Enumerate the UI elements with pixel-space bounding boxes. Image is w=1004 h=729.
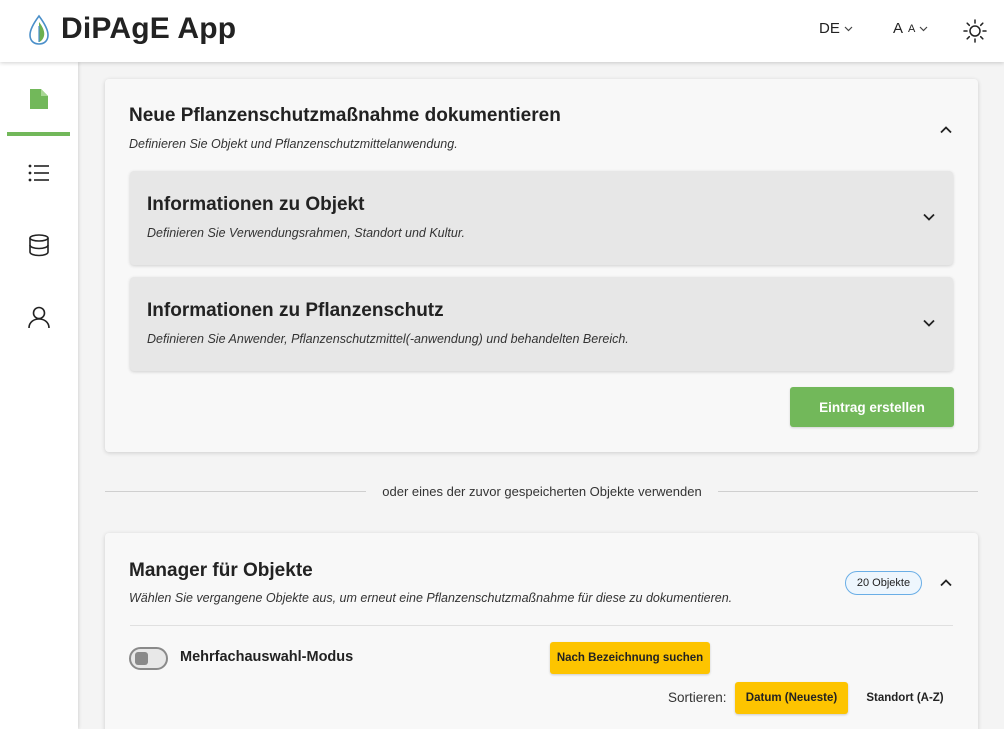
- user-icon: [27, 306, 50, 329]
- language-select[interactable]: DE: [819, 20, 853, 37]
- chevron-down-icon: [919, 26, 928, 31]
- new-entry-title: Neue Pflanzenschutzmaßnahme dokumentiere…: [129, 105, 561, 126]
- object-info-title: Informationen zu Objekt: [147, 194, 365, 215]
- sidebar-item-list[interactable]: [7, 138, 70, 208]
- object-count-badge: 20 Objekte: [845, 571, 922, 595]
- object-manager-card: Manager für Objekte Wählen Sie vergangen…: [105, 533, 978, 729]
- sidebar-item-user[interactable]: [7, 282, 70, 352]
- list-icon: [28, 164, 49, 182]
- sidebar: [0, 62, 78, 729]
- create-entry-button[interactable]: Eintrag erstellen: [790, 387, 954, 427]
- search-by-name-button[interactable]: Nach Bezeichnung suchen: [550, 642, 710, 674]
- sort-by-date-button[interactable]: Datum (Neueste): [735, 682, 848, 714]
- divider-line-left: [105, 491, 366, 492]
- protection-info-title: Informationen zu Pflanzenschutz: [147, 300, 444, 321]
- divider-text: oder eines der zuvor gespeicherten Objek…: [382, 484, 702, 499]
- app-header: DiPAgE App DE AA: [0, 0, 1004, 62]
- chevron-down-icon: [923, 319, 935, 327]
- sun-icon[interactable]: [962, 18, 988, 44]
- language-value: DE: [819, 20, 840, 37]
- sidebar-item-database[interactable]: [7, 210, 70, 280]
- font-size-big-label: A: [893, 20, 904, 37]
- document-icon: [29, 89, 48, 109]
- object-info-description: Definieren Sie Verwendungsrahmen, Stando…: [147, 226, 466, 240]
- font-size-select[interactable]: AA: [893, 20, 928, 37]
- toggle-knob: [135, 652, 148, 665]
- manager-title: Manager für Objekte: [129, 560, 313, 581]
- database-icon: [28, 234, 49, 257]
- multi-select-toggle[interactable]: [129, 647, 168, 670]
- leaf-drop-icon: [29, 14, 49, 45]
- multi-select-label: Mehrfachauswahl-Modus: [180, 649, 354, 665]
- divider-line-right: [718, 491, 978, 492]
- sidebar-item-document[interactable]: [7, 66, 70, 136]
- sort-by-location-button[interactable]: Standort (A-Z): [861, 682, 949, 714]
- chevron-down-icon: [844, 26, 853, 31]
- sort-label: Sortieren:: [668, 690, 727, 705]
- manager-separator: [130, 625, 953, 626]
- object-info-panel[interactable]: Informationen zu Objekt Definieren Sie V…: [130, 171, 953, 265]
- manager-subtitle: Wählen Sie vergangene Objekte aus, um er…: [129, 591, 733, 605]
- new-entry-subtitle: Definieren Sie Objekt und Pflanzenschutz…: [129, 137, 458, 151]
- font-size-small-label: A: [908, 22, 916, 35]
- new-entry-card: Neue Pflanzenschutzmaßnahme dokumentiere…: [105, 79, 978, 452]
- chevron-down-icon: [923, 213, 935, 221]
- protection-info-description: Definieren Sie Anwender, Pflanzenschutzm…: [147, 332, 629, 346]
- chevron-up-icon[interactable]: [939, 578, 953, 587]
- protection-info-panel[interactable]: Informationen zu Pflanzenschutz Definier…: [130, 277, 953, 371]
- chevron-up-icon[interactable]: [939, 125, 953, 134]
- app-title: DiPAgE App: [61, 12, 237, 45]
